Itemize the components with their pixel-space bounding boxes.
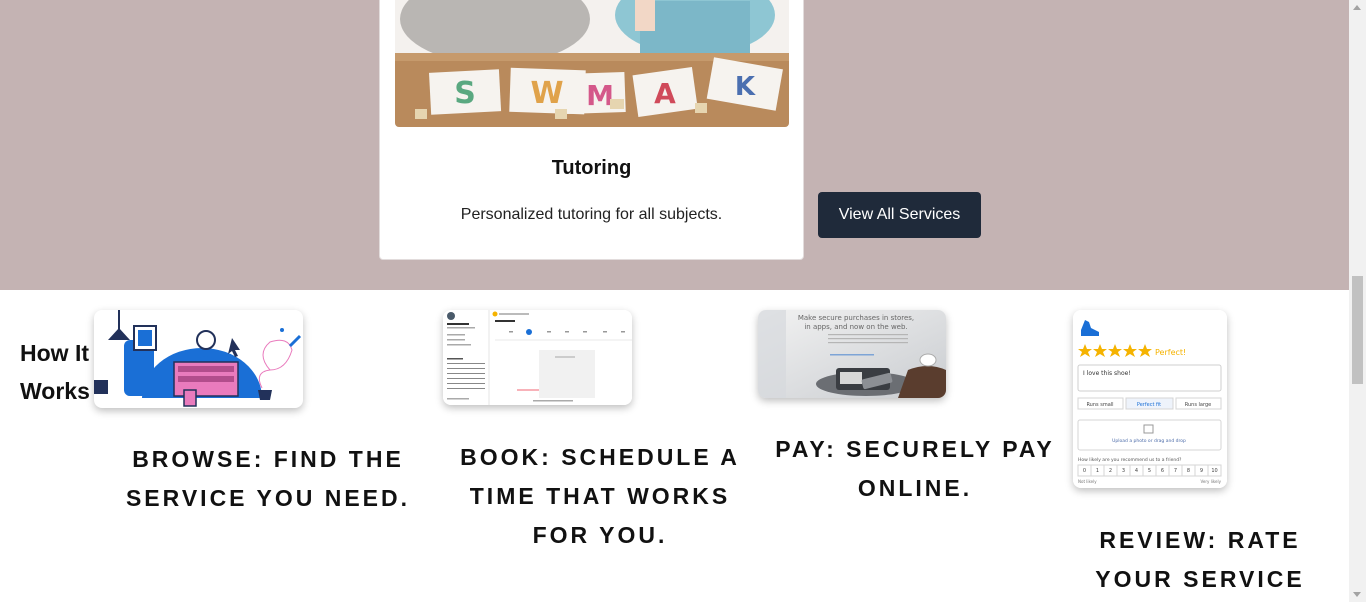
svg-text:M: M [586, 79, 614, 112]
scale-9: 9 [1200, 468, 1203, 474]
scale-10: 10 [1211, 468, 1217, 474]
scroll-up-arrow-icon[interactable] [1353, 5, 1361, 10]
fit-option-perfect: Perfect fit [1137, 402, 1161, 408]
scale-7: 7 [1174, 468, 1177, 474]
review-rating-label: Perfect! [1155, 348, 1186, 357]
upload-label: Upload a photo or drag and drop [1112, 438, 1186, 444]
how-it-works-title: How It Works [20, 340, 90, 404]
scale-0: 0 [1083, 468, 1086, 474]
services-section: S W M A K Tutoring Personalized tutoring… [0, 0, 1349, 290]
pay-screenshot-line2: in apps, and now on the web. [804, 323, 907, 331]
service-card-tutoring[interactable]: S W M A K Tutoring Personalized tutoring… [379, 0, 804, 260]
fit-option-small: Runs small [1086, 402, 1113, 408]
svg-text:S: S [454, 76, 476, 111]
step-pay-text: PAY: SECURELY PAY ONLINE. [775, 436, 1055, 501]
page: S W M A K Tutoring Personalized tutoring… [0, 0, 1349, 602]
review-screenshot: Perfect! I love this shoe! Runs small Pe… [1073, 310, 1227, 488]
service-card-title: Tutoring [551, 157, 632, 179]
step-review-text: REVIEW: RATE YOUR SERVICE [1095, 527, 1305, 592]
svg-text:K: K [735, 72, 756, 102]
tutoring-photo: S W M A K [395, 0, 789, 127]
step-book-text: BOOK: SCHEDULE A TIME THAT WORKS FOR YOU… [460, 444, 740, 548]
step-browse-text: BROWSE: FIND THE SERVICE YOU NEED. [125, 446, 411, 511]
book-calendar-screenshot [443, 310, 632, 405]
review-text: I love this shoe! [1083, 370, 1131, 377]
scale-6: 6 [1161, 468, 1164, 474]
scale-3: 3 [1122, 468, 1125, 474]
scale-high-label: Very likely [1200, 479, 1221, 484]
scale-1: 1 [1096, 468, 1099, 474]
vertical-scrollbar[interactable] [1349, 0, 1366, 602]
scale-5: 5 [1148, 468, 1151, 474]
service-card-description: Personalized tutoring for all subjects. [460, 206, 723, 223]
fit-option-large: Runs large [1185, 402, 1211, 408]
scale-low-label: Not likely [1078, 479, 1097, 484]
browse-illustration [94, 310, 303, 408]
scale-8: 8 [1187, 468, 1190, 474]
recommend-question: How likely are you recommend us to a fri… [1078, 457, 1182, 463]
how-it-works-section: How It Works BROWSE: FIND THE SERVICE YO… [0, 290, 1349, 602]
pay-screenshot-line1: Make secure purchases in stores, [798, 314, 914, 322]
svg-text:W: W [530, 76, 563, 111]
scale-2: 2 [1109, 468, 1112, 474]
scroll-down-arrow-icon[interactable] [1353, 592, 1361, 597]
pay-screenshot: Make secure purchases in stores, in apps… [758, 310, 946, 398]
scrollbar-thumb[interactable] [1352, 276, 1363, 384]
scale-4: 4 [1135, 468, 1138, 474]
view-all-services-button[interactable]: View All Services [818, 192, 981, 238]
svg-text:A: A [654, 77, 676, 110]
